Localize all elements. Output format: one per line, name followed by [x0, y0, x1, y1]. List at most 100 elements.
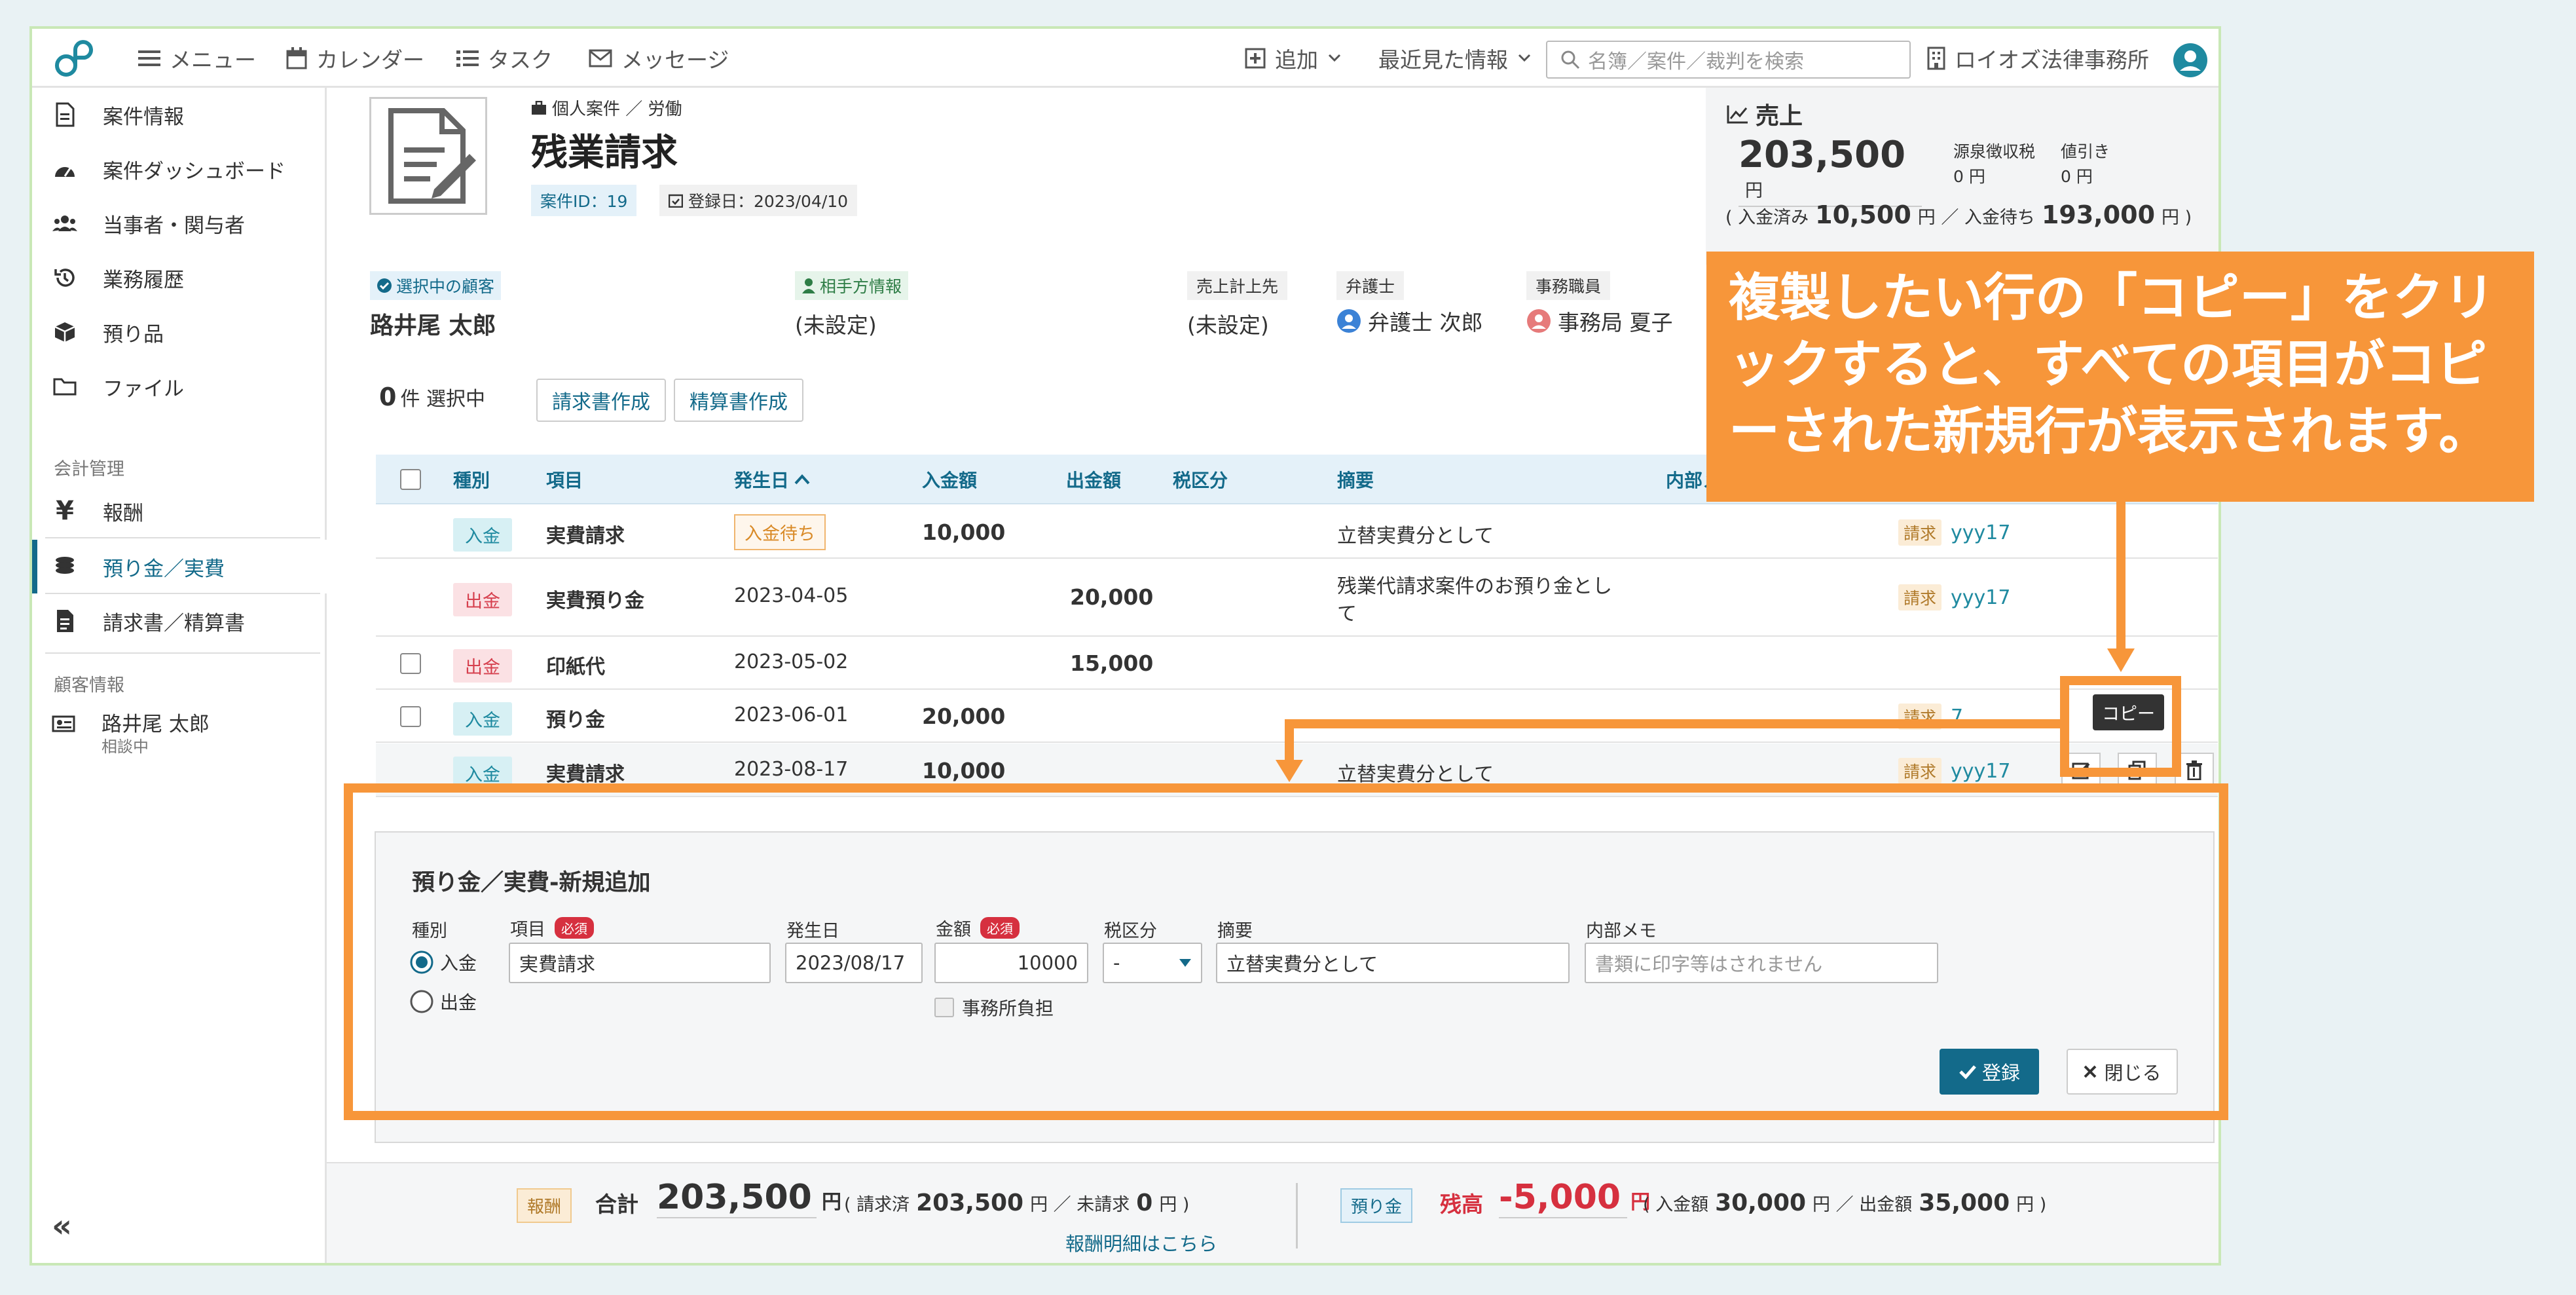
sidebar-item-invoices[interactable]: 請求書／精算書 [32, 594, 327, 648]
row-checkbox[interactable] [400, 653, 421, 674]
nav-menu[interactable]: メニュー [138, 43, 256, 73]
box-icon [52, 319, 78, 345]
row-billing[interactable]: 請求 yyy17 [1898, 584, 2010, 610]
user-avatar-button[interactable] [2172, 42, 2211, 79]
annotation-arrow-head [2107, 648, 2135, 672]
total-unit: 円 [821, 1191, 841, 1214]
sidebar-item-case-dashboard[interactable]: 案件ダッシュボード [32, 142, 327, 196]
bill-ref: yyy17 [1951, 521, 2011, 544]
sidebar-item-parties[interactable]: 当事者・関与者 [32, 197, 327, 250]
lawyer-value[interactable]: 弁護士 次郎 [1336, 305, 1483, 337]
person-icon [802, 278, 815, 293]
app-logo[interactable] [53, 38, 99, 79]
opponent-label: 相手方情報 [795, 271, 909, 300]
fee-detail-link[interactable]: 報酬明細はこちら [1065, 1229, 1217, 1256]
sidebar-item-deposit-expense[interactable]: 預り金／実費 [32, 540, 327, 593]
row-in-amount: 20,000 [922, 704, 1006, 729]
sidebar-client-status: 相談中 [101, 738, 149, 756]
history-icon [52, 265, 78, 291]
table-row[interactable]: 出金 印紙代 2023-05-02 15,000 [376, 637, 2218, 690]
client-name[interactable]: 路井尾 太郎 [370, 307, 496, 341]
search-input[interactable]: 名簿／案件／裁判を検索 [1546, 41, 1911, 79]
sales-dest-value: (未設定) [1187, 312, 1269, 338]
nav-recent[interactable]: 最近見た情報 [1378, 43, 1541, 73]
add-square-icon [1245, 48, 1266, 69]
nav-office[interactable]: ロイオズ法律事務所 [1927, 43, 2149, 73]
yen-icon: ¥ [56, 496, 74, 526]
sidebar-item-history[interactable]: 業務履歴 [32, 251, 327, 305]
trash-icon [2186, 760, 2202, 780]
sidebar-item-case-info[interactable]: 案件情報 [32, 88, 327, 141]
user-circle-icon [1527, 309, 1551, 333]
row-item: 実費請求 [546, 525, 625, 548]
balance-label: 残高 [1440, 1192, 1483, 1217]
row-billing[interactable]: 請求 yyy17 [1898, 758, 2010, 784]
mail-icon [589, 49, 612, 67]
nav-recent-label: 最近見た情報 [1378, 47, 1508, 73]
header-in[interactable]: 入金額 [922, 455, 977, 504]
create-settlement-button[interactable]: 精算書作成 [674, 379, 803, 422]
id-card-icon [52, 714, 75, 736]
hamburger-icon [138, 50, 160, 66]
sidebar-item-label: 案件ダッシュボード [103, 159, 285, 183]
row-in-amount: 10,000 [922, 519, 1006, 545]
type-badge: 入金 [453, 518, 512, 552]
case-id-badge: 案件ID：19 [531, 185, 637, 216]
annotation-copy-highlight [2060, 676, 2181, 777]
sales-dest-label: 売上計上先 [1187, 271, 1288, 300]
row-item: 実費預り金 [546, 590, 644, 612]
sidebar-item-fee[interactable]: ¥ 報酬 [32, 484, 327, 538]
annotation-arrow-line [1285, 719, 1294, 762]
unbilled-value: 0 [1136, 1190, 1153, 1216]
case-category-text: 個人案件 ／ 労働 [552, 100, 682, 119]
unbilled-label: 円 ／ 未請求 [1030, 1195, 1130, 1215]
nav-add[interactable]: 追加 [1245, 43, 1351, 73]
sort-up-icon [794, 474, 810, 485]
collapse-sidebar-icon[interactable]: « [52, 1208, 72, 1245]
staff-value[interactable]: 事務局 夏子 [1526, 305, 1673, 337]
chevron-down-icon [1518, 54, 1531, 62]
search-icon [1561, 50, 1580, 69]
deposit-breakdown-end: 円 ) [2016, 1195, 2047, 1215]
chevron-down-icon [1328, 54, 1341, 62]
balance-value: -5,000 [1499, 1178, 1621, 1217]
row-in-amount: 10,000 [922, 758, 1006, 783]
total-label: 合計 [595, 1192, 638, 1217]
sidebar-item-label: 請求書／精算書 [103, 611, 245, 635]
sidebar-item-files[interactable]: ファイル [32, 360, 327, 413]
header-type[interactable]: 種別 [453, 455, 490, 504]
case-document-icon [369, 97, 487, 215]
case-registered-text: 登録日：2023/04/10 [688, 192, 849, 211]
header-tax[interactable]: 税区分 [1173, 455, 1228, 504]
sidebar-client-name: 路井尾 太郎 [101, 713, 210, 736]
header-date[interactable]: 発生日 [734, 455, 810, 504]
row-date: 2023-05-02 [734, 650, 849, 673]
row-item: 実費請求 [546, 763, 625, 786]
nav-message[interactable]: メッセージ [589, 43, 729, 73]
billing-breakdown: ( 請求済 203,500 円 ／ 未請求 0 円 ) [844, 1190, 1189, 1216]
row-billing[interactable]: 請求 yyy17 [1898, 519, 2010, 546]
header-out[interactable]: 出金額 [1066, 455, 1121, 504]
row-checkbox[interactable] [400, 706, 421, 727]
table-row[interactable]: 出金 実費預り金 2023-04-05 20,000 残業代請求案件のお預り金と… [376, 559, 2218, 637]
sidebar-client[interactable]: 路井尾 太郎 相談中 [32, 704, 327, 762]
nav-task[interactable]: タスク [456, 43, 553, 73]
sidebar-section-accounting: 会計管理 [54, 459, 124, 479]
row-memo: 立替実費分として [1337, 763, 1494, 786]
sales-title: 売上 [1727, 97, 1803, 131]
create-invoice-button[interactable]: 請求書作成 [536, 379, 666, 422]
row-out-amount: 15,000 [1070, 650, 1154, 676]
header-memo[interactable]: 摘要 [1337, 455, 1374, 504]
header-item[interactable]: 項目 [546, 455, 583, 504]
sales-amount: 203,500 [1739, 134, 1906, 176]
sidebar: 案件情報 案件ダッシュボード 当事者・関与者 業務履歴 預り品 ファイル 会計管… [32, 88, 327, 1263]
top-navbar: メニュー カレンダー タスク メッセージ 追加 最近見た情報 名簿／案件／裁判を… [32, 29, 2218, 88]
sidebar-item-custody[interactable]: 預り品 [32, 305, 327, 359]
select-all-checkbox[interactable] [400, 455, 421, 504]
table-row[interactable]: 入金 預り金 2023-06-01 20,000 請求 7 [376, 690, 2218, 743]
sidebar-divider [45, 652, 320, 654]
table-row[interactable]: 入金 実費請求 入金待ち 10,000 立替実費分として 請求 yyy17 [376, 505, 2218, 559]
nav-calendar[interactable]: カレンダー [286, 43, 424, 73]
briefcase-icon [532, 100, 546, 115]
withholding-label: 源泉徴収税 [1953, 142, 2036, 161]
